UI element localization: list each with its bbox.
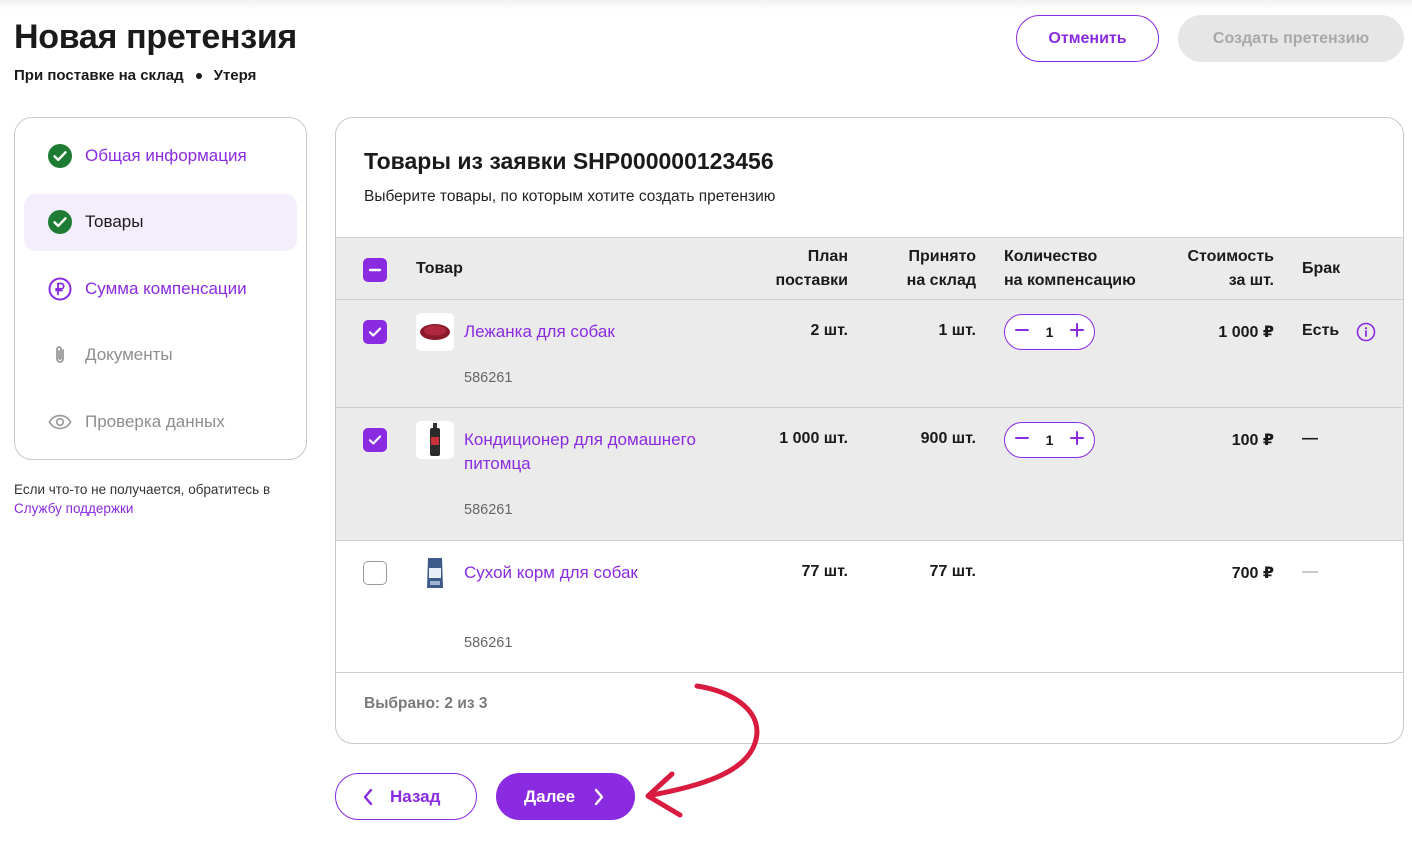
defect-value: — bbox=[1302, 563, 1318, 580]
ruble-circle-icon bbox=[48, 277, 72, 301]
support-hint: Если что-то не получается, обратитесь в … bbox=[14, 480, 304, 518]
plan-quantity: 2 шт. bbox=[810, 322, 848, 339]
step-label: Проверка данных bbox=[85, 411, 225, 431]
create-claim-button[interactable]: Создать претензию bbox=[1178, 15, 1404, 62]
accepted-quantity: 900 шт. bbox=[920, 430, 976, 447]
product-name-link[interactable]: Лежанка для собак bbox=[464, 320, 734, 344]
col-price-line1: Стоимость bbox=[1187, 248, 1274, 265]
chevron-left-icon bbox=[362, 788, 374, 806]
plan-quantity: 77 шт. bbox=[801, 563, 848, 580]
product-sku: 586261 bbox=[464, 635, 513, 651]
step-documents[interactable]: Документы bbox=[24, 327, 297, 384]
card-title: Товары из заявки SHP000000123456 bbox=[364, 148, 774, 174]
top-shadow bbox=[0, 0, 1412, 10]
info-icon[interactable] bbox=[1356, 322, 1376, 342]
product-thumbnail bbox=[416, 421, 454, 459]
unit-price: 700 ₽ bbox=[1231, 565, 1274, 582]
select-all-checkbox[interactable] bbox=[363, 258, 387, 282]
minus-icon[interactable] bbox=[1014, 322, 1030, 343]
unit-price: 100 ₽ bbox=[1231, 432, 1274, 449]
accepted-quantity: 1 шт. bbox=[938, 322, 976, 339]
col-quantity: Количество на компенсацию bbox=[1004, 245, 1174, 293]
plus-icon[interactable] bbox=[1069, 430, 1085, 451]
product-thumbnail bbox=[416, 554, 454, 592]
selected-count: Выбрано: 2 из 3 bbox=[364, 695, 488, 712]
chevron-right-icon bbox=[593, 788, 605, 806]
col-quantity-line1: Количество bbox=[1004, 248, 1098, 265]
quantity-stepper: 1 bbox=[1004, 422, 1095, 458]
step-label: Документы bbox=[85, 345, 173, 364]
col-product: Товар bbox=[416, 260, 463, 277]
table-row[interactable]: Кондиционер для домашнего питомца 586261… bbox=[336, 408, 1403, 541]
defect-value: Есть bbox=[1302, 322, 1340, 339]
accepted-quantity: 77 шт. bbox=[929, 563, 976, 580]
quantity-stepper: 1 bbox=[1004, 314, 1095, 350]
next-button-label: Далее bbox=[524, 786, 576, 806]
check-circle-icon bbox=[48, 143, 72, 168]
support-hint-text: Если что-то не получается, обратитесь в bbox=[14, 482, 271, 497]
page-title: Новая претензия bbox=[14, 18, 297, 56]
product-sku: 586261 bbox=[464, 370, 513, 386]
annotation-arrow-icon bbox=[645, 683, 760, 818]
row-checkbox[interactable] bbox=[363, 561, 387, 585]
quantity-value[interactable]: 1 bbox=[1046, 324, 1054, 340]
col-defect: Брак bbox=[1302, 260, 1341, 277]
minus-icon[interactable] bbox=[1014, 430, 1030, 451]
unit-price: 1 000 ₽ bbox=[1218, 324, 1274, 341]
paperclip-icon bbox=[48, 343, 72, 367]
col-plan-line1: План bbox=[807, 248, 848, 265]
eye-icon bbox=[48, 410, 72, 434]
back-button-label: Назад bbox=[390, 786, 441, 806]
step-compensation[interactable]: Сумма компенсации bbox=[24, 260, 297, 317]
table-row[interactable]: Сухой корм для собак 586261 77 шт. 77 шт… bbox=[336, 541, 1403, 673]
col-plan: План поставки bbox=[736, 245, 848, 293]
step-review[interactable]: Проверка данных bbox=[24, 393, 297, 450]
back-button[interactable]: Назад bbox=[335, 773, 477, 820]
row-checkbox[interactable] bbox=[363, 320, 387, 344]
product-name-link[interactable]: Сухой корм для собак bbox=[464, 561, 734, 585]
table-row[interactable]: Лежанка для собак 586261 2 шт. 1 шт. 1 1… bbox=[336, 300, 1403, 408]
col-accepted-line2: на склад bbox=[906, 272, 976, 289]
product-thumbnail bbox=[416, 313, 454, 351]
col-plan-line2: поставки bbox=[775, 272, 848, 289]
defect-value: — bbox=[1302, 430, 1318, 447]
col-accepted: Принято на склад bbox=[866, 245, 976, 293]
row-checkbox[interactable] bbox=[363, 428, 387, 452]
plus-icon[interactable] bbox=[1069, 322, 1085, 343]
col-price-line2: за шт. bbox=[1228, 272, 1274, 289]
product-name-line1: Кондиционер для домашнего bbox=[464, 430, 696, 449]
products-card: Товары из заявки SHP000000123456 Выберит… bbox=[335, 117, 1404, 744]
step-general-info[interactable]: Общая информация bbox=[24, 127, 297, 184]
claim-context: При поставке на склад Утеря bbox=[14, 67, 256, 84]
step-products[interactable]: Товары bbox=[24, 193, 297, 251]
support-link[interactable]: Службу поддержки bbox=[14, 501, 133, 516]
col-accepted-line1: Принято bbox=[908, 248, 976, 265]
col-quantity-line2: на компенсацию bbox=[1004, 272, 1136, 289]
quantity-value[interactable]: 1 bbox=[1046, 432, 1054, 448]
product-name-link[interactable]: Кондиционер для домашнего питомца bbox=[464, 428, 734, 476]
step-label: Сумма компенсации bbox=[85, 278, 247, 298]
cancel-button[interactable]: Отменить bbox=[1016, 15, 1159, 62]
steps-nav: Общая информация Товары Сумма компенсаци… bbox=[14, 117, 307, 460]
claim-context-delivery: При поставке на склад bbox=[14, 67, 184, 84]
table-header: Товар План поставки Принято на склад Кол… bbox=[336, 237, 1403, 300]
card-subtitle: Выберите товары, по которым хотите созда… bbox=[364, 188, 776, 205]
step-label: Товары bbox=[85, 212, 144, 231]
next-button[interactable]: Далее bbox=[496, 773, 635, 820]
col-price: Стоимость за шт. bbox=[1166, 245, 1274, 293]
product-sku: 586261 bbox=[464, 502, 513, 518]
check-circle-icon bbox=[48, 210, 72, 234]
step-label: Общая информация bbox=[85, 145, 247, 165]
claim-context-type: Утеря bbox=[213, 67, 257, 84]
plan-quantity: 1 000 шт. bbox=[779, 430, 848, 447]
separator-dot bbox=[195, 72, 202, 79]
product-name-line2: питомца bbox=[464, 454, 531, 473]
